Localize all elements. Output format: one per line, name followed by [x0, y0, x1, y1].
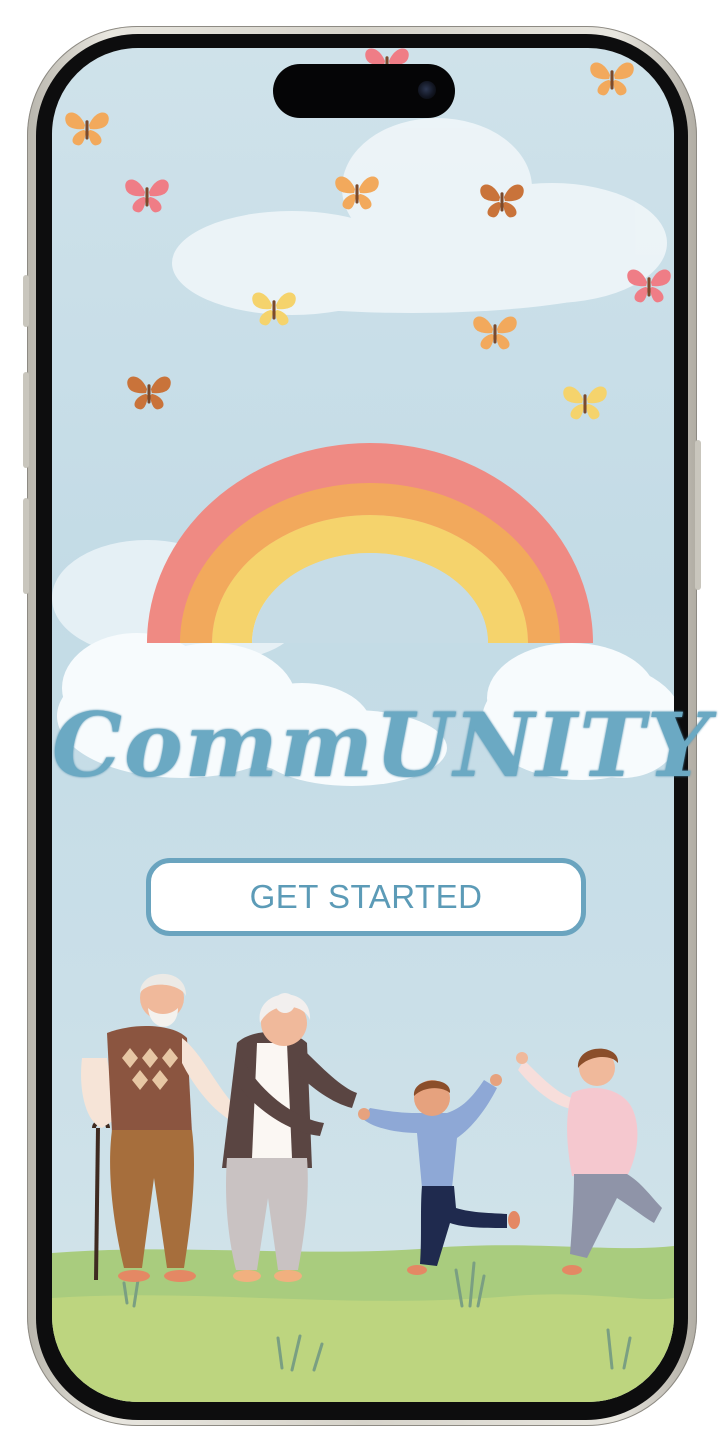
- grandmother-figure: [222, 993, 357, 1282]
- rainbow-illustration: [147, 443, 593, 643]
- camera-icon: [418, 81, 436, 99]
- butterfly-icon: [125, 179, 169, 213]
- grandfather-figure: [81, 973, 237, 1282]
- butterfly-icon: [590, 62, 634, 96]
- butterfly-icon: [65, 112, 109, 146]
- girl-figure: [516, 1048, 662, 1275]
- family-illustration: [81, 973, 662, 1282]
- butterfly-icon: [473, 316, 517, 350]
- get-started-button[interactable]: GET STARTED: [146, 858, 586, 936]
- volume-down-button: [23, 498, 29, 594]
- app-logo: CommUNITY: [52, 660, 712, 830]
- volume-up-button: [23, 372, 29, 468]
- action-button: [23, 275, 29, 327]
- cloud-top: [172, 118, 667, 315]
- logo-text: CommUNITY: [52, 693, 712, 797]
- butterfly-icon: [563, 386, 607, 420]
- boy-figure: [358, 1074, 520, 1275]
- butterfly-icon: [127, 376, 171, 410]
- power-button: [695, 440, 701, 590]
